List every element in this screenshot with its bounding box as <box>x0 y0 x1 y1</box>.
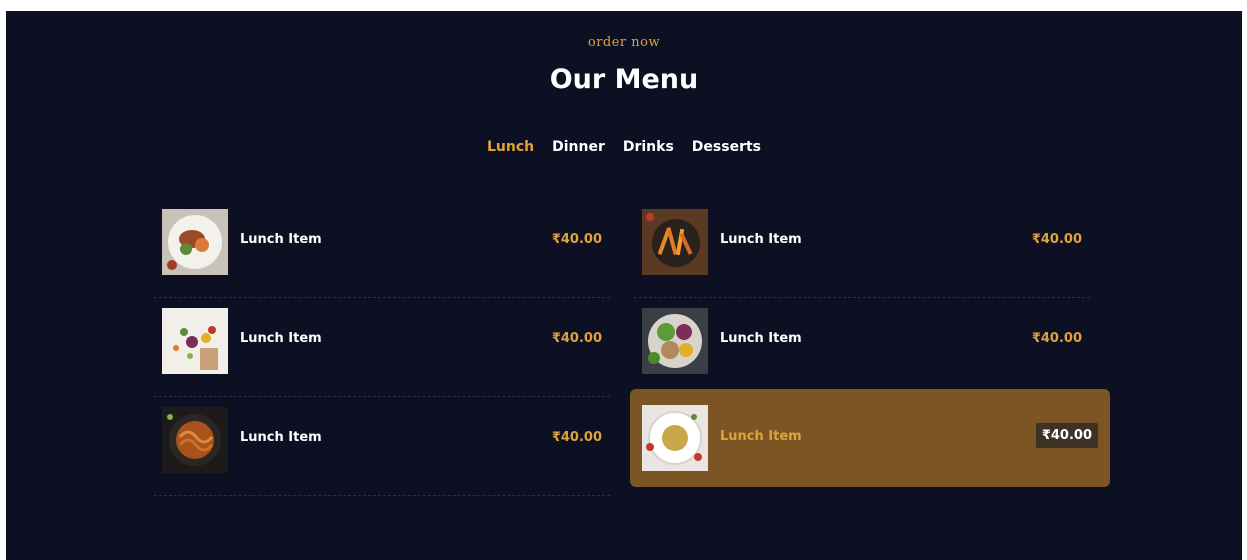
page-title: Our Menu <box>549 64 699 95</box>
tab-desserts[interactable]: Desserts <box>692 139 761 155</box>
item-price: ₹40.00 <box>551 331 602 346</box>
item-name: Lunch Item <box>240 331 322 346</box>
plated-dish-image <box>162 209 228 275</box>
tab-dinner[interactable]: Dinner <box>552 139 605 155</box>
item-price: ₹40.00 <box>1031 232 1082 247</box>
menu-item[interactable]: Lunch Item ₹40.00 <box>634 298 1090 397</box>
noodle-bowl-image <box>162 407 228 473</box>
menu-item[interactable]: Lunch Item ₹40.00 <box>154 298 610 397</box>
rice-plate-image <box>642 405 708 471</box>
menu-item[interactable]: Lunch Item ₹40.00 <box>154 397 610 496</box>
menu-tabs: Lunch Dinner Drinks Desserts <box>6 139 1242 155</box>
item-price: ₹40.00 <box>551 430 602 445</box>
item-name: Lunch Item <box>720 331 802 346</box>
menu-item[interactable]: Lunch Item ₹40.00 <box>154 199 610 298</box>
item-name: Lunch Item <box>720 232 802 247</box>
tab-lunch[interactable]: Lunch <box>487 139 534 155</box>
menu-item[interactable]: Lunch Item ₹40.00 <box>634 199 1090 298</box>
item-price: ₹40.00 <box>551 232 602 247</box>
salad-bowl-image <box>642 308 708 374</box>
item-name: Lunch Item <box>240 430 322 445</box>
tab-drinks[interactable]: Drinks <box>623 139 674 155</box>
item-name: Lunch Item <box>240 232 322 247</box>
item-name: Lunch Item <box>720 429 802 444</box>
item-price: ₹40.00 <box>1031 331 1082 346</box>
menu-grid: Lunch Item ₹40.00 Lunch Item ₹40.00 Lunc… <box>154 199 1112 499</box>
menu-item-highlighted[interactable]: Lunch Item ₹40.00 <box>630 389 1110 487</box>
vegetables-image <box>162 308 228 374</box>
item-price: ₹40.00 <box>1035 423 1098 448</box>
fries-bowl-image <box>642 209 708 275</box>
section-eyebrow: order now <box>587 35 661 50</box>
menu-section: order now Our Menu Lunch Dinner Drinks D… <box>6 11 1242 560</box>
